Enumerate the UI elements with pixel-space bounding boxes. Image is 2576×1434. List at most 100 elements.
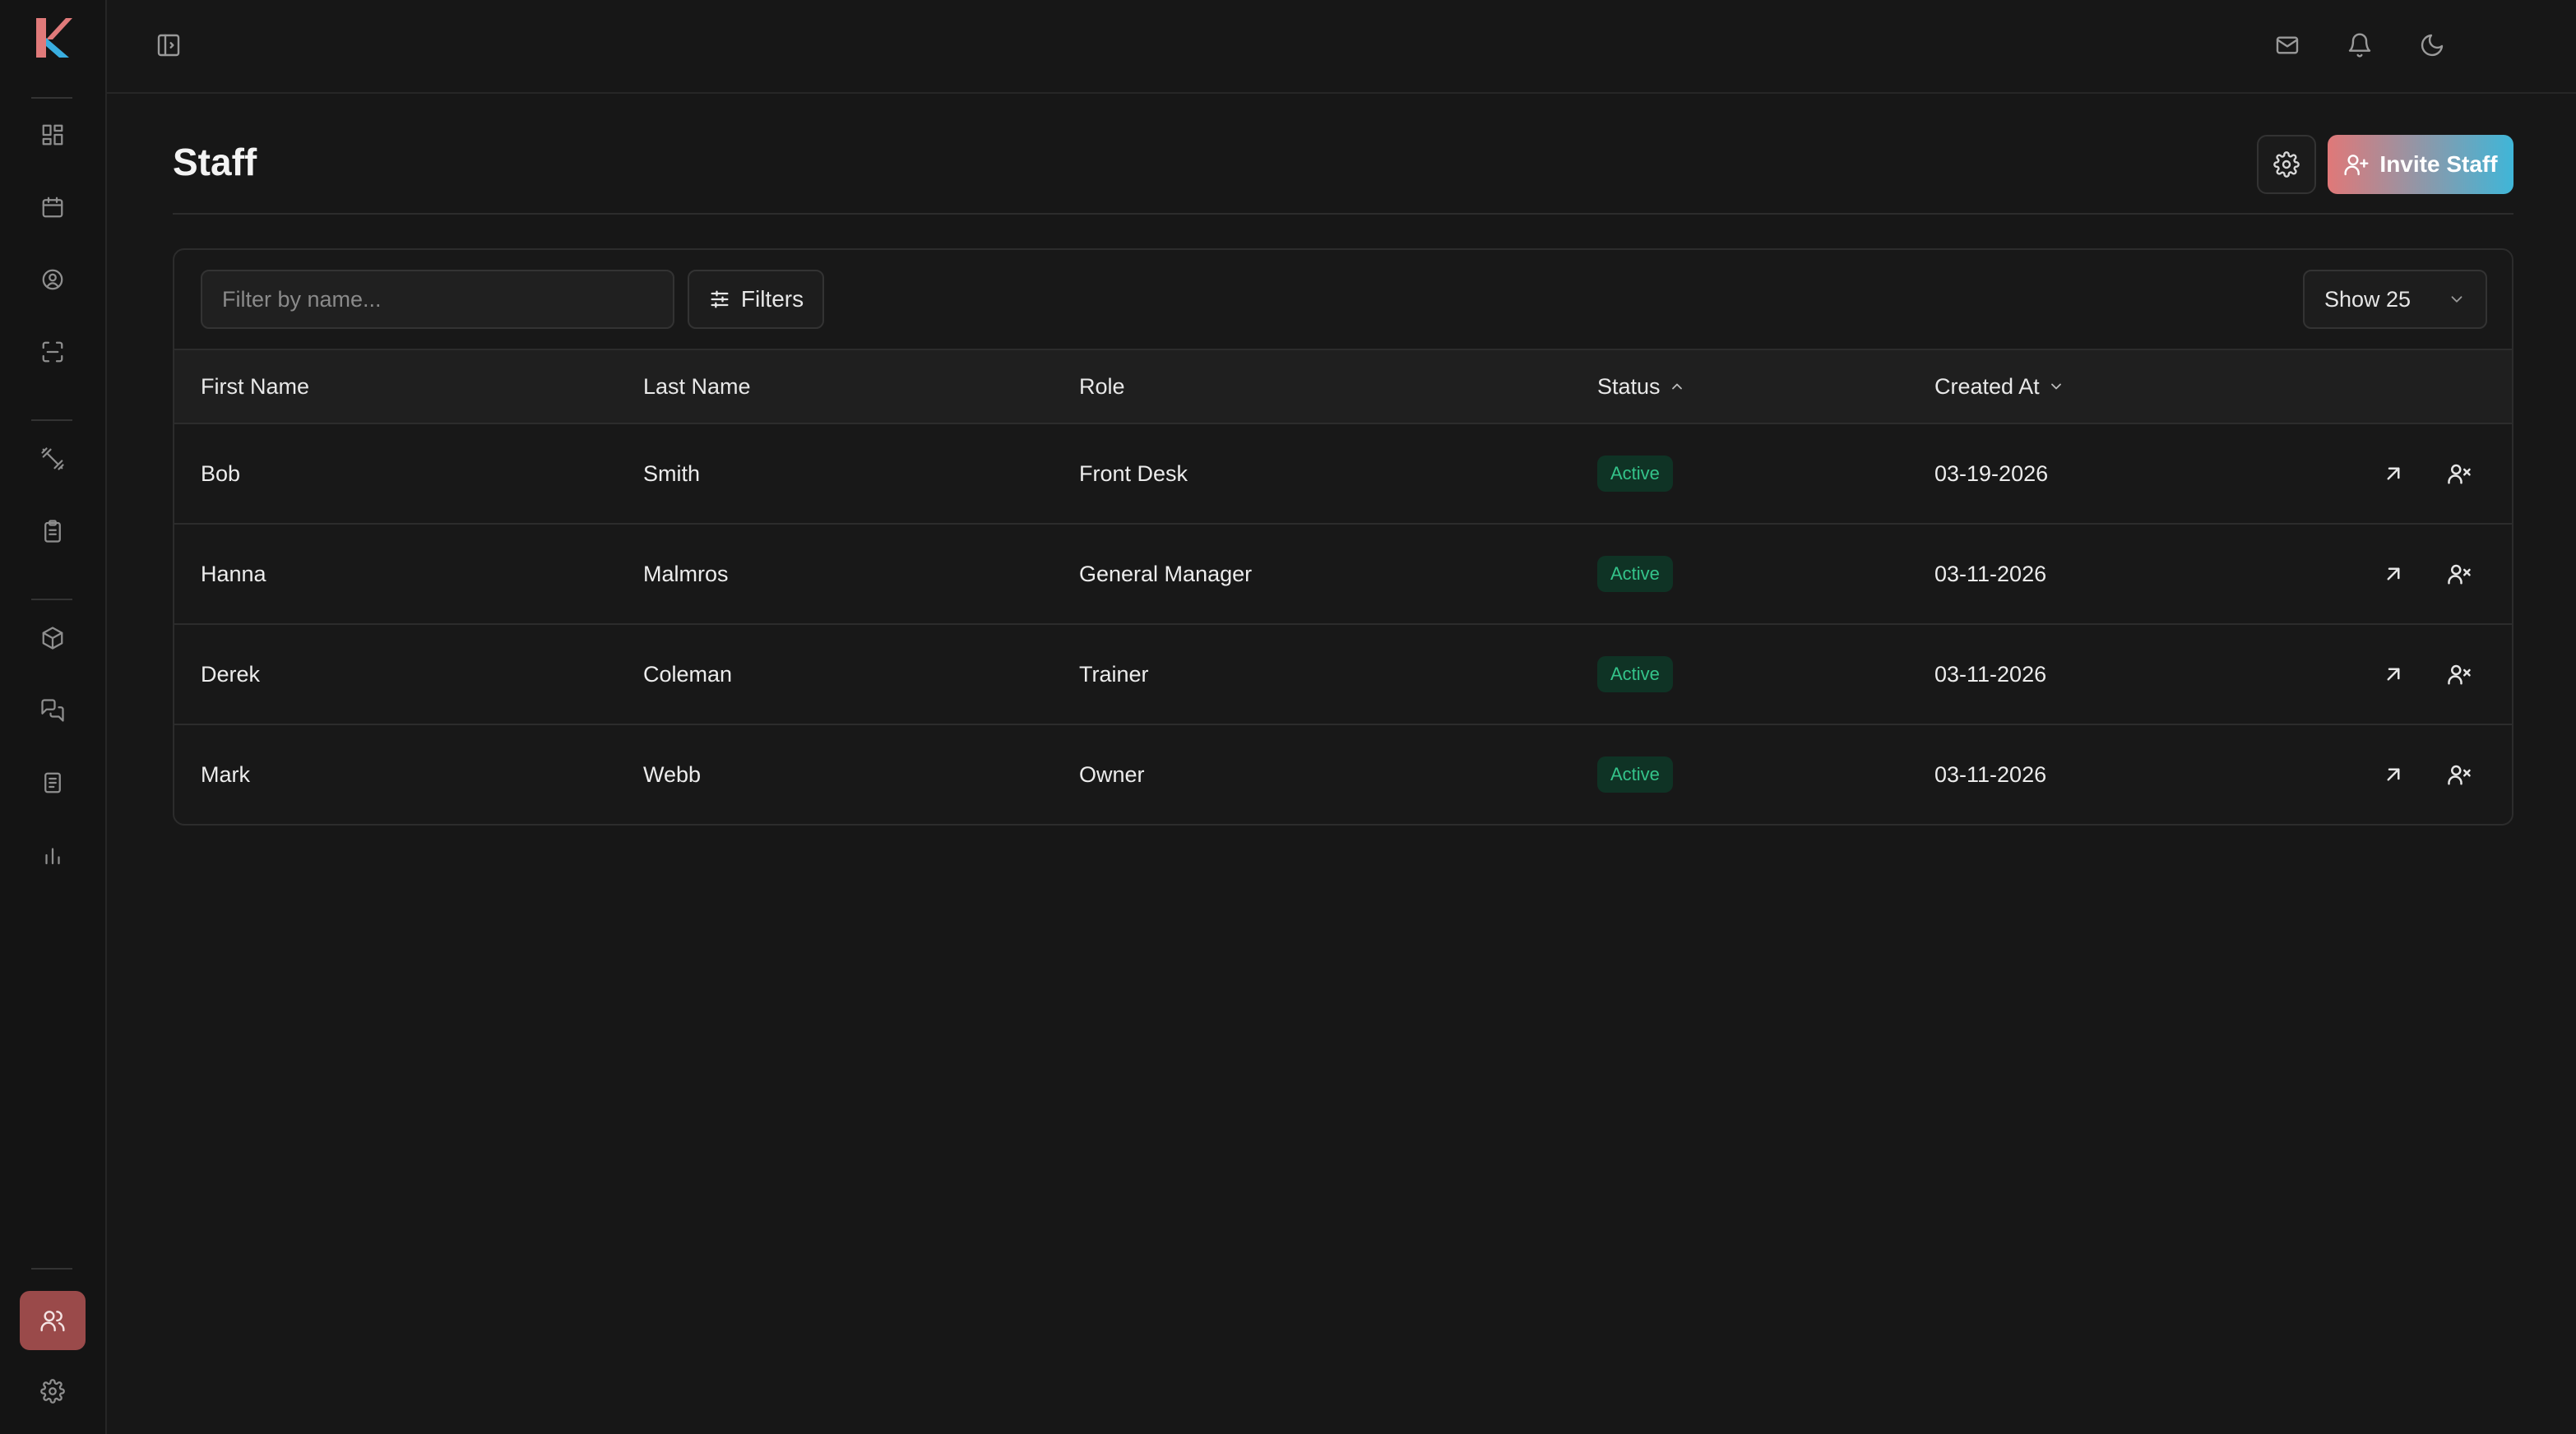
open-staff-button[interactable] <box>2374 655 2413 694</box>
column-header-created-at[interactable]: Created At <box>1934 350 2064 423</box>
sidebar-item-reports[interactable] <box>33 835 72 875</box>
sidebar-panel-icon <box>157 34 180 57</box>
package-icon <box>42 627 63 650</box>
notifications-button[interactable] <box>2339 25 2380 66</box>
sidebar-item-settings[interactable] <box>33 1372 72 1411</box>
table-row[interactable]: Hanna Malmros General Manager Active 03-… <box>174 525 2512 625</box>
sliders-icon <box>711 290 729 308</box>
status-badge: Active <box>1597 556 1673 592</box>
cell-created-at: 03-11-2026 <box>1934 561 2047 586</box>
clipboard-icon <box>44 520 61 543</box>
invite-staff-button[interactable]: Invite Staff <box>2328 135 2513 194</box>
bell-icon <box>2348 33 2371 58</box>
remove-staff-button[interactable] <box>2439 655 2479 694</box>
topbar: MW <box>107 0 2576 94</box>
user-x-icon <box>2448 765 2471 785</box>
bar-chart-icon <box>45 848 60 865</box>
sidebar-divider <box>31 97 72 99</box>
column-header-role[interactable]: Role <box>1079 350 1125 423</box>
user-x-icon <box>2448 464 2471 484</box>
column-header-status[interactable]: Status <box>1597 350 1685 423</box>
cell-last-name: Malmros <box>643 561 729 586</box>
document-icon <box>44 772 61 793</box>
filters-button[interactable]: Filters <box>688 270 824 329</box>
settings-icon <box>40 1379 65 1404</box>
theme-toggle-button[interactable] <box>2412 25 2453 66</box>
remove-staff-button[interactable] <box>2439 755 2479 794</box>
table-row[interactable]: Bob Smith Front Desk Active 03-19-2026 <box>174 424 2512 525</box>
remove-staff-button[interactable] <box>2439 454 2479 493</box>
messages-icon <box>41 699 64 722</box>
column-header-last-name[interactable]: Last Name <box>643 350 751 423</box>
status-badge: Active <box>1597 456 1673 492</box>
cell-first-name: Derek <box>201 661 261 687</box>
sidebar-item-equipment[interactable] <box>33 439 72 479</box>
cell-role: General Manager <box>1079 561 1253 586</box>
cell-last-name: Webb <box>643 761 702 787</box>
sidebar-item-staff[interactable] <box>20 1291 86 1350</box>
page-size-value: Show 25 <box>2324 286 2412 312</box>
cell-last-name: Coleman <box>643 661 733 687</box>
open-staff-button[interactable] <box>2374 454 2413 493</box>
sidebar-divider <box>31 599 72 600</box>
sidebar-item-documents[interactable] <box>33 763 72 803</box>
table-settings-button[interactable] <box>2257 135 2316 194</box>
column-header-first-name[interactable]: First Name <box>201 350 309 423</box>
remove-staff-button[interactable] <box>2439 554 2479 594</box>
header-divider <box>173 213 2513 215</box>
table-row[interactable]: Mark Webb Owner Active 03-11-2026 <box>174 725 2512 824</box>
filter-by-name-input[interactable] <box>201 270 674 329</box>
filters-label: Filters <box>740 286 804 312</box>
chevron-down-icon <box>2451 296 2462 303</box>
moon-icon <box>2421 34 2444 57</box>
sort-descending-icon <box>2050 383 2061 390</box>
toggle-sidebar-button[interactable] <box>148 25 189 66</box>
gear-icon <box>2273 151 2300 178</box>
sidebar-item-calendar[interactable] <box>33 187 72 227</box>
cell-first-name: Mark <box>201 761 250 787</box>
arrow-up-right-icon <box>2387 668 2400 681</box>
cell-role: Front Desk <box>1079 460 1188 486</box>
user-plus-icon <box>2344 155 2369 176</box>
open-staff-button[interactable] <box>2374 554 2413 594</box>
users-icon <box>40 1311 65 1332</box>
table-body: Bob Smith Front Desk Active 03-19-2026 H… <box>174 424 2512 824</box>
arrow-up-right-icon <box>2387 567 2400 581</box>
sidebar-item-check-in[interactable] <box>33 332 72 372</box>
arrow-up-right-icon <box>2387 768 2400 781</box>
sidebar <box>0 0 107 1434</box>
page-size-select[interactable]: Show 25 <box>2303 270 2487 329</box>
mail-icon <box>2276 36 2299 54</box>
sidebar-item-members[interactable] <box>33 260 72 299</box>
sidebar-divider <box>31 1268 72 1270</box>
status-badge: Active <box>1597 656 1673 692</box>
cell-role: Owner <box>1079 761 1145 787</box>
staff-table-card: Filters Show 25 First Name Last Name Rol… <box>173 248 2513 826</box>
sort-ascending-icon <box>1671 383 1682 390</box>
user-x-icon <box>2448 564 2471 585</box>
sidebar-item-products[interactable] <box>33 618 72 658</box>
cell-first-name: Bob <box>201 460 241 486</box>
sidebar-divider <box>31 419 72 421</box>
table-row[interactable]: Derek Coleman Trainer Active 03-11-2026 <box>174 625 2512 725</box>
open-staff-button[interactable] <box>2374 755 2413 794</box>
cell-role: Trainer <box>1079 661 1149 687</box>
user-x-icon <box>2448 664 2471 685</box>
sidebar-item-dashboard[interactable] <box>33 115 72 155</box>
page-title: Staff <box>173 141 257 183</box>
dumbbell-icon <box>41 447 64 470</box>
table-header: First Name Last Name Role Status Created… <box>174 349 2512 424</box>
brand-logo[interactable] <box>33 15 74 61</box>
dashboard-icon <box>42 124 63 146</box>
cell-last-name: Smith <box>643 460 701 486</box>
scan-icon <box>42 341 63 363</box>
user-circle-icon <box>42 269 63 290</box>
cell-created-at: 03-11-2026 <box>1934 661 2047 687</box>
status-badge: Active <box>1597 756 1673 793</box>
sidebar-item-plans[interactable] <box>33 511 72 551</box>
cell-created-at: 03-11-2026 <box>1934 761 2047 787</box>
sidebar-item-messages[interactable] <box>33 691 72 730</box>
mail-button[interactable] <box>2267 25 2308 66</box>
cell-first-name: Hanna <box>201 561 266 586</box>
cell-created-at: 03-19-2026 <box>1934 460 2049 486</box>
